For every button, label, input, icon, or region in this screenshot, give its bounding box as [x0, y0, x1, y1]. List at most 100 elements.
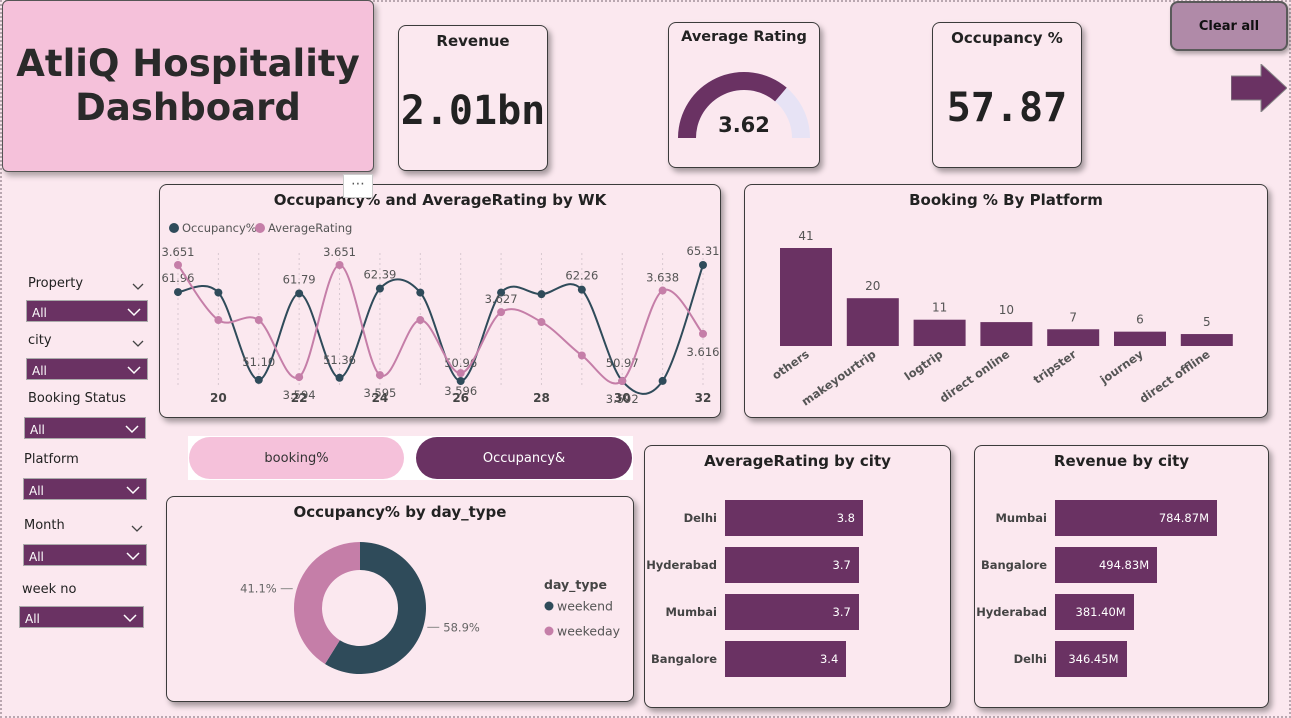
bar	[846, 298, 899, 346]
legend-marker	[255, 223, 265, 233]
dashboard-title-card: AtliQ Hospitality Dashboard	[2, 0, 374, 172]
data-label: 65.31	[687, 244, 720, 258]
filter-value: All	[25, 612, 40, 626]
chevron-down-icon[interactable]	[123, 607, 137, 637]
bar-value-label: 3.7	[832, 605, 851, 619]
revenue-city-title: Revenue by city	[1053, 452, 1190, 470]
category-label: Delhi	[1013, 652, 1047, 666]
bar-value-label: 494.83M	[1098, 558, 1150, 572]
data-point	[416, 316, 425, 325]
filter-dropdown-4[interactable]: All	[23, 544, 147, 566]
data-point	[577, 285, 586, 294]
filter-value: All	[32, 306, 47, 320]
chevron-down-icon[interactable]	[127, 359, 141, 389]
data-point	[214, 316, 223, 325]
occupancy-toggle-button[interactable]: Occupancy&	[416, 437, 632, 479]
category-label: tripster	[1031, 347, 1080, 387]
occupancy-value: 57.87	[946, 85, 1068, 131]
filter-value: All	[29, 550, 44, 564]
category-label: direct online	[937, 347, 1012, 406]
category-label: makeyourtrip	[799, 347, 879, 409]
donut-chart: 58.9% 41.1% day_typeweekend weekeday	[240, 542, 621, 674]
data-label: 3.651	[162, 245, 195, 259]
data-point	[497, 308, 506, 317]
filter-value: All	[30, 423, 45, 437]
data-label: 3.592	[606, 392, 639, 406]
dashboard-title: AtliQ Hospitality Dashboard	[16, 42, 360, 129]
ellipsis-icon[interactable]: ⋯	[343, 174, 373, 198]
slice-label: 58.9%	[443, 620, 480, 634]
bar	[1180, 334, 1233, 346]
data-point	[335, 261, 344, 269]
filter-label-2: Booking Status	[28, 391, 127, 406]
revenue-value: 2.01bn	[400, 88, 546, 134]
filter-dropdown-3[interactable]: All	[23, 478, 147, 500]
data-label: 3.594	[283, 388, 316, 402]
data-label: 3.596	[444, 384, 477, 398]
category-label: Mumbai	[665, 605, 717, 619]
booking-toggle-button[interactable]: booking%	[189, 437, 404, 479]
filter-dropdown-5[interactable]: All	[19, 606, 144, 628]
series-line	[177, 264, 704, 395]
average-rating-card[interactable]: Average Rating 3.62	[668, 22, 820, 168]
occupancy-title: Occupancy %	[951, 29, 1063, 47]
category-label: journey	[1097, 347, 1147, 388]
weekly-line-chart-card: Occupancy% and AverageRating by WK Occup…	[159, 184, 721, 418]
category-label: Delhi	[683, 511, 717, 525]
category-label: Mumbai	[995, 511, 1047, 525]
data-point	[254, 375, 263, 384]
bar-value-label: 11	[932, 301, 947, 315]
rating-gauge	[678, 72, 810, 138]
filter-dropdown-0[interactable]: All	[26, 300, 148, 322]
filter-label-0: Property	[28, 276, 84, 291]
data-point	[456, 369, 465, 378]
clear-all-button[interactable]: Clear all	[1170, 1, 1288, 51]
occupancy-card[interactable]: Occupancy % 57.87	[932, 22, 1082, 168]
arrow-right-icon[interactable]	[1231, 64, 1287, 112]
data-label: 62.26	[565, 269, 598, 283]
bar-value-label: 41	[798, 229, 813, 243]
bar-value-label: 381.40M	[1075, 605, 1126, 619]
filter-label-5: week no	[22, 582, 77, 597]
legend-label: weekend	[557, 599, 613, 614]
day-type-donut-card: Occupancy% by day_type 58.9% 41.1% day_typ…	[166, 496, 634, 702]
data-point	[577, 351, 586, 360]
revenue-card[interactable]: Revenue 2.01bn	[398, 25, 548, 171]
bar	[780, 248, 832, 346]
data-point	[699, 261, 707, 269]
data-label: 3.627	[485, 292, 518, 306]
category-label: Bangalore	[980, 558, 1047, 572]
chevron-down-icon[interactable]	[126, 479, 140, 509]
chevron-down-icon[interactable]	[126, 545, 140, 575]
bar	[1114, 331, 1166, 346]
chevron-down-icon[interactable]	[127, 301, 141, 331]
data-label: 3.595	[363, 386, 396, 400]
revenue-title: Revenue	[436, 32, 510, 50]
filter-dropdown-2[interactable]: All	[24, 417, 146, 439]
filter-value: All	[32, 364, 47, 378]
filter-dropdown-1[interactable]: All	[26, 358, 148, 380]
platform-bar-chart: 41 others 20 makeyourtrip 11 logtrip 10 direct …	[769, 229, 1233, 409]
average-rating-value: 3.62	[718, 113, 770, 137]
legend-label: weekeday	[557, 624, 621, 639]
data-label: 61.79	[283, 272, 316, 286]
data-point	[537, 318, 546, 327]
data-point	[375, 284, 384, 293]
data-point	[375, 371, 384, 380]
bar-value-label: 5	[1203, 315, 1211, 329]
x-tick-label: 32	[695, 391, 712, 405]
data-point	[658, 286, 667, 295]
category-label: Hyderabad	[646, 558, 717, 572]
chevron-down-icon[interactable]	[132, 277, 144, 296]
chevron-down-icon[interactable]	[131, 519, 143, 538]
x-tick-label: 20	[210, 391, 227, 405]
bar-value-label: 346.45M	[1068, 652, 1119, 666]
chevron-down-icon[interactable]	[125, 418, 139, 448]
data-label: 51.36	[323, 353, 356, 367]
legend-marker	[544, 601, 554, 611]
bar-value-label: 20	[865, 279, 880, 293]
data-point	[295, 373, 304, 382]
rating-city-chart-card: AverageRating by city Delhi 3.8 Hyderabad 3…	[644, 445, 951, 708]
chevron-down-icon[interactable]	[132, 334, 144, 353]
line-chart: Occupancy% AverageRating20 22 24 26 28 30 3261.…	[162, 221, 720, 406]
